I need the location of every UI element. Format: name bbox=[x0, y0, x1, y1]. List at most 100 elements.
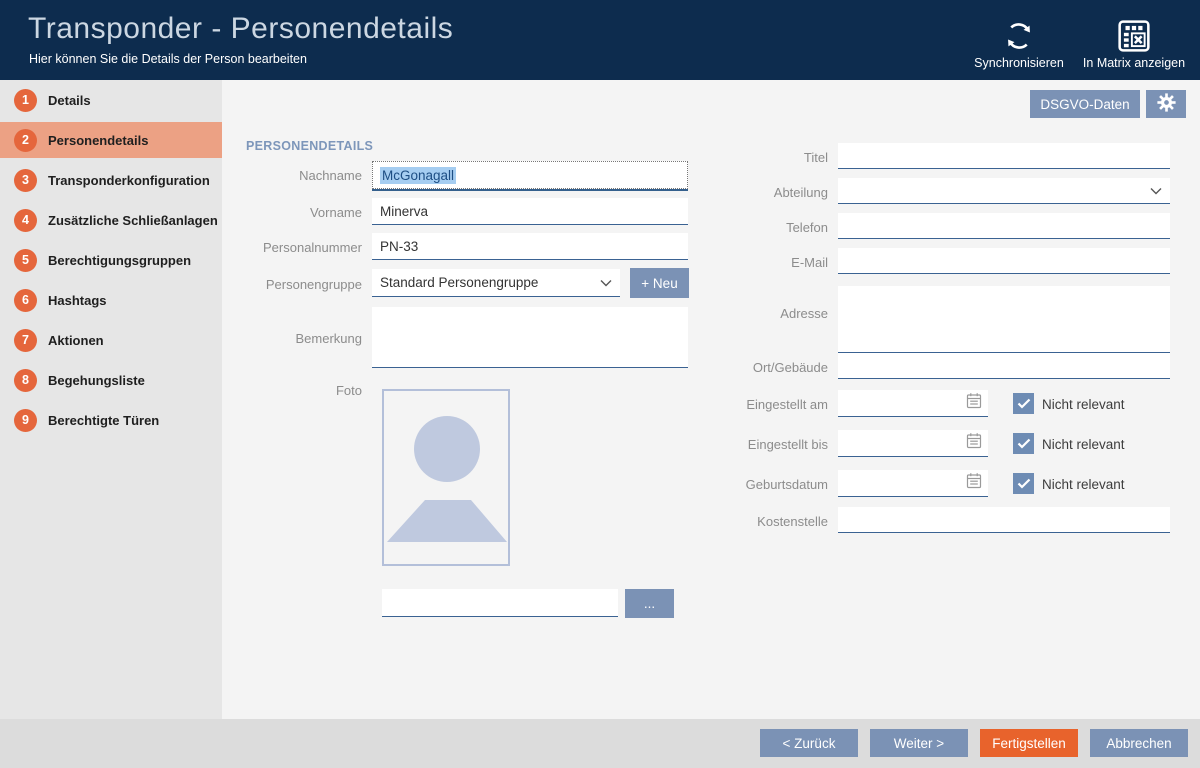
sidebar-item-berechtigte-tueren[interactable]: 9 Berechtigte Türen bbox=[0, 400, 222, 440]
eingestellt-bis-datepicker[interactable] bbox=[838, 430, 988, 457]
synchronize-button[interactable]: Synchronisieren bbox=[957, 8, 1081, 72]
new-person-group-button[interactable]: + Neu bbox=[630, 268, 689, 298]
eingestellt-am-datepicker[interactable] bbox=[838, 390, 988, 417]
gear-icon bbox=[1156, 92, 1177, 116]
section-title: PERSONENDETAILS bbox=[246, 139, 373, 153]
personalnummer-label: Personalnummer bbox=[232, 240, 362, 255]
step-number-badge: 5 bbox=[14, 249, 37, 272]
vorname-input[interactable] bbox=[372, 198, 688, 225]
app-window: Transponder - Personendetails Hier könne… bbox=[0, 0, 1200, 768]
eingestellt-am-nicht-relevant-label: Nicht relevant bbox=[1042, 397, 1125, 412]
chevron-down-icon bbox=[600, 275, 612, 290]
personengruppe-select[interactable]: Standard Personengruppe bbox=[372, 269, 620, 297]
browse-photo-button[interactable]: ... bbox=[625, 589, 674, 618]
calendar-icon bbox=[966, 472, 982, 494]
chevron-down-icon bbox=[1150, 183, 1162, 198]
ort-gebaeude-label: Ort/Gebäude bbox=[700, 360, 828, 375]
sidebar-item-label: Hashtags bbox=[48, 293, 107, 308]
back-button[interactable]: < Zurück bbox=[760, 729, 858, 757]
step-number-badge: 4 bbox=[14, 209, 37, 232]
photo-placeholder bbox=[382, 389, 510, 566]
sidebar-item-label: Zusätzliche Schließanlagen bbox=[48, 213, 218, 228]
show-in-matrix-label: In Matrix anzeigen bbox=[1083, 56, 1185, 72]
kostenstelle-label: Kostenstelle bbox=[700, 514, 828, 529]
next-button[interactable]: Weiter > bbox=[870, 729, 968, 757]
footer-bar: < Zurück Weiter > Fertigstellen Abbreche… bbox=[0, 719, 1200, 768]
abteilung-label: Abteilung bbox=[700, 185, 828, 200]
sidebar-item-personendetails[interactable]: 2 Personendetails bbox=[0, 122, 222, 158]
sidebar-item-label: Transponderkonfiguration bbox=[48, 173, 210, 188]
selected-text: McGonagall bbox=[380, 167, 456, 184]
header: Transponder - Personendetails Hier könne… bbox=[0, 0, 1200, 80]
photo-path-input[interactable] bbox=[382, 589, 618, 617]
step-number-badge: 8 bbox=[14, 369, 37, 392]
geburtsdatum-nicht-relevant-checkbox[interactable] bbox=[1013, 473, 1034, 494]
matrix-icon bbox=[1117, 16, 1151, 56]
step-number-badge: 1 bbox=[14, 89, 37, 112]
sidebar-item-label: Berechtigungsgruppen bbox=[48, 253, 191, 268]
dsgvo-data-button[interactable]: DSGVO-Daten bbox=[1030, 90, 1140, 118]
geburtsdatum-label: Geburtsdatum bbox=[700, 477, 828, 492]
cancel-button[interactable]: Abbrechen bbox=[1090, 729, 1188, 757]
step-number-badge: 3 bbox=[14, 169, 37, 192]
abteilung-select[interactable] bbox=[838, 178, 1170, 204]
calendar-icon bbox=[966, 392, 982, 414]
step-number-badge: 2 bbox=[14, 129, 37, 152]
titel-label: Titel bbox=[700, 150, 828, 165]
sidebar-item-berechtigungsgruppen[interactable]: 5 Berechtigungsgruppen bbox=[0, 240, 222, 280]
sidebar-item-transponderkonfiguration[interactable]: 3 Transponderkonfiguration bbox=[0, 160, 222, 200]
personengruppe-label: Personengruppe bbox=[232, 277, 362, 292]
foto-label: Foto bbox=[232, 383, 362, 398]
eingestellt-bis-nicht-relevant-checkbox[interactable] bbox=[1013, 433, 1034, 454]
vorname-label: Vorname bbox=[232, 205, 362, 220]
calendar-icon bbox=[966, 432, 982, 454]
email-label: E-Mail bbox=[700, 255, 828, 270]
synchronize-label: Synchronisieren bbox=[974, 56, 1064, 72]
wizard-step-sidebar: 1 Details 2 Personendetails 3 Transponde… bbox=[0, 80, 222, 719]
adresse-label: Adresse bbox=[700, 306, 828, 321]
step-number-badge: 6 bbox=[14, 289, 37, 312]
ort-gebaeude-input[interactable] bbox=[838, 353, 1170, 379]
sidebar-item-label: Details bbox=[48, 93, 91, 108]
sidebar-item-label: Begehungsliste bbox=[48, 373, 145, 388]
sidebar-item-label: Aktionen bbox=[48, 333, 104, 348]
sync-icon bbox=[1003, 16, 1035, 56]
sidebar-item-begehungsliste[interactable]: 8 Begehungsliste bbox=[0, 360, 222, 400]
eingestellt-bis-label: Eingestellt bis bbox=[700, 437, 828, 452]
personengruppe-value: Standard Personengruppe bbox=[380, 275, 596, 290]
sidebar-item-details[interactable]: 1 Details bbox=[0, 80, 222, 120]
nachname-input[interactable]: McGonagall bbox=[372, 161, 688, 189]
step-number-badge: 9 bbox=[14, 409, 37, 432]
geburtsdatum-input[interactable] bbox=[844, 476, 966, 491]
settings-button[interactable] bbox=[1146, 90, 1186, 118]
main-form: DSGVO-Daten bbox=[222, 80, 1200, 719]
bemerkung-textarea[interactable] bbox=[372, 307, 688, 368]
email-input[interactable] bbox=[838, 248, 1170, 274]
eingestellt-bis-input[interactable] bbox=[844, 436, 966, 451]
telefon-input[interactable] bbox=[838, 213, 1170, 239]
eingestellt-bis-nicht-relevant-label: Nicht relevant bbox=[1042, 437, 1125, 452]
sidebar-item-label: Personendetails bbox=[48, 133, 148, 148]
bemerkung-label: Bemerkung bbox=[232, 331, 362, 346]
telefon-label: Telefon bbox=[700, 220, 828, 235]
sidebar-item-hashtags[interactable]: 6 Hashtags bbox=[0, 280, 222, 320]
kostenstelle-input[interactable] bbox=[838, 507, 1170, 533]
page-title: Transponder - Personendetails bbox=[28, 12, 453, 46]
finish-button[interactable]: Fertigstellen bbox=[980, 729, 1078, 757]
page-subtitle: Hier können Sie die Details der Person b… bbox=[29, 52, 307, 66]
eingestellt-am-nicht-relevant-checkbox[interactable] bbox=[1013, 393, 1034, 414]
personalnummer-input[interactable] bbox=[372, 233, 688, 260]
person-silhouette-icon bbox=[384, 391, 508, 564]
geburtsdatum-nicht-relevant-label: Nicht relevant bbox=[1042, 477, 1125, 492]
step-number-badge: 7 bbox=[14, 329, 37, 352]
sidebar-item-aktionen[interactable]: 7 Aktionen bbox=[0, 320, 222, 360]
sidebar-item-zusaetzliche-schliessanlagen[interactable]: 4 Zusätzliche Schließanlagen bbox=[0, 200, 222, 240]
show-in-matrix-button[interactable]: In Matrix anzeigen bbox=[1072, 8, 1196, 72]
geburtsdatum-datepicker[interactable] bbox=[838, 470, 988, 497]
adresse-textarea[interactable] bbox=[838, 286, 1170, 353]
sidebar-item-label: Berechtigte Türen bbox=[48, 413, 159, 428]
titel-input[interactable] bbox=[838, 143, 1170, 169]
eingestellt-am-label: Eingestellt am bbox=[700, 397, 828, 412]
nachname-label: Nachname bbox=[232, 168, 362, 183]
eingestellt-am-input[interactable] bbox=[844, 396, 966, 411]
